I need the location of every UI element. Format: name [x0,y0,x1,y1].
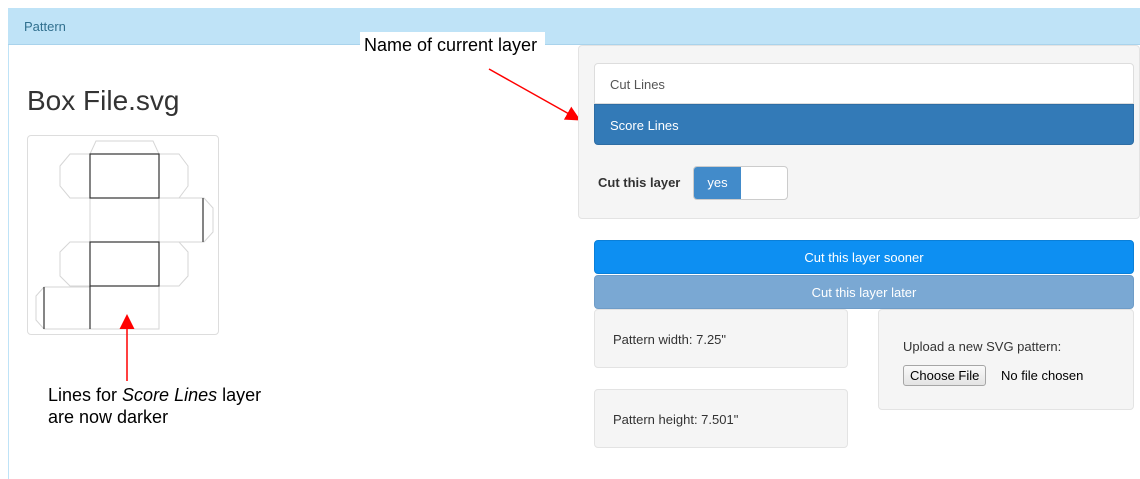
annotation-score-italic: Score Lines [122,385,218,405]
annotation-score-line2: are now darker [48,407,169,427]
pattern-width-box: Pattern width: 7.25" [594,309,848,368]
pattern-height: Pattern height: 7.501" [613,412,739,427]
annotation-score-lines: Lines for Score Lines layer are now dark… [48,384,261,428]
upload-box: Upload a new SVG pattern: Choose File No… [878,309,1134,410]
cut-sooner-button[interactable]: Cut this layer sooner [594,240,1134,274]
arrow-to-current-layer [488,68,581,121]
upload-label: Upload a new SVG pattern: [903,339,1062,354]
file-status: No file chosen [1001,368,1084,383]
layer-item-score-lines[interactable]: Score Lines [594,104,1134,145]
cut-later-button[interactable]: Cut this layer later [594,275,1134,309]
layer-list: Cut Lines Score Lines [594,63,1134,145]
cut-layer-label: Cut this layer [598,175,681,190]
layer-item-cut-lines[interactable]: Cut Lines [594,63,1134,104]
pattern-width: Pattern width: 7.25" [613,332,727,347]
pattern-height-box: Pattern height: 7.501" [594,389,848,448]
choose-file-button[interactable]: Choose File [903,365,987,386]
annotation-current-layer: Name of current layer [360,32,546,56]
toggle-yes[interactable]: yes [694,167,741,199]
annotation-score-prefix: Lines for [48,385,123,405]
cut-layer-toggle[interactable]: yes [693,166,788,200]
annotation-score-suffix: layer [217,385,262,405]
